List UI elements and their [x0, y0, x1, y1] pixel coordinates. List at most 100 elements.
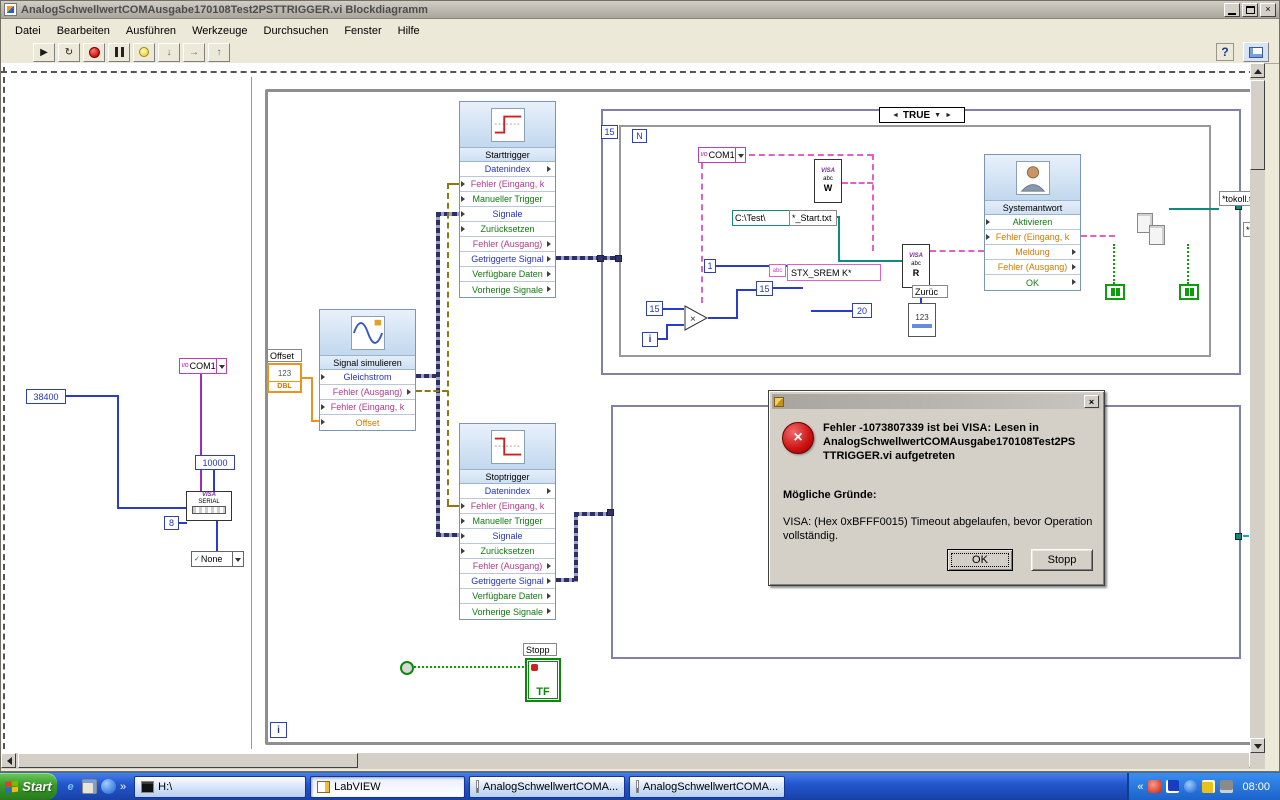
terminal-row[interactable]: Fehler (Eingang, k	[985, 230, 1080, 245]
terminal-row[interactable]: Verfügbare Daten	[460, 267, 555, 282]
dropdown-arrow-icon[interactable]	[215, 359, 226, 373]
terminal-row[interactable]: Fehler (Ausgang)	[460, 237, 555, 252]
pause-button[interactable]	[108, 42, 130, 62]
terminal-row[interactable]: Fehler (Ausgang)	[985, 260, 1080, 275]
fifteen-constant[interactable]: 15	[756, 281, 773, 296]
flow-control-constant[interactable]: ✓ None	[191, 551, 244, 567]
terminal-row[interactable]: Fehler (Ausgang)	[460, 559, 555, 574]
case-dropdown-icon[interactable]: ▼	[934, 112, 941, 119]
stop-button-terminal[interactable]: TF	[525, 658, 561, 702]
terminal-row[interactable]: Zurücksetzen	[460, 222, 555, 237]
dropdown-arrow-icon[interactable]	[232, 552, 243, 566]
scrollbar-thumb[interactable]	[1250, 80, 1265, 170]
run-continuous-button[interactable]: ↻	[58, 42, 80, 62]
terminal-row[interactable]: Zurücksetzen	[460, 544, 555, 559]
terminal-row[interactable]: Fehler (Eingang, k	[460, 499, 555, 514]
for-iteration-terminal[interactable]: i	[642, 332, 658, 347]
file-path-constant[interactable]: C:\Test\	[732, 210, 790, 226]
help-button[interactable]: ?	[1216, 43, 1234, 61]
terminal-row[interactable]: Vorherige Signale	[460, 282, 555, 297]
abort-button[interactable]	[83, 42, 105, 62]
visa-write-node[interactable]: VISA abc W	[814, 159, 842, 203]
menu-datei[interactable]: Datei	[7, 22, 49, 40]
write-file-icon[interactable]	[1149, 225, 1165, 245]
minimize-button[interactable]	[1224, 2, 1240, 17]
dialog-close-button[interactable]: ×	[1084, 395, 1099, 408]
terminal-row[interactable]: Getriggerte Signal	[460, 574, 555, 589]
while-iteration-terminal[interactable]: i	[270, 722, 287, 738]
stoptrigger-node[interactable]: Stoptrigger Datenindex Fehler (Eingang, …	[459, 423, 556, 620]
scrollbar-thumb[interactable]	[18, 753, 358, 768]
network-icon[interactable]	[1184, 780, 1198, 793]
conversion-node[interactable]: 123	[908, 303, 936, 337]
visa-serial-configure-node[interactable]: VISA SERIAL	[186, 491, 232, 521]
com-port-constant[interactable]: I/O COM1	[179, 358, 227, 374]
terminal-row[interactable]: Getriggerte Signal	[460, 252, 555, 267]
visa-read-node[interactable]: VISA abc R	[902, 244, 930, 288]
menu-durchsuchen[interactable]: Durchsuchen	[256, 22, 337, 40]
case-prev-icon[interactable]: ◄	[892, 112, 899, 119]
vertical-scrollbar[interactable]	[1250, 63, 1265, 753]
title-bar[interactable]: AnalogSchwellwertCOMAusgabe170108Test2PS…	[1, 1, 1279, 19]
menu-fenster[interactable]: Fenster	[336, 22, 389, 40]
menu-ausfuehren[interactable]: Ausführen	[118, 22, 184, 40]
case-next-icon[interactable]: ►	[945, 112, 952, 119]
menu-hilfe[interactable]: Hilfe	[390, 22, 428, 40]
volume-icon[interactable]	[1202, 780, 1216, 793]
com-port-constant-case[interactable]: I/O COM1	[698, 147, 746, 163]
offset-control-terminal[interactable]: 123 DBL	[267, 363, 302, 393]
step-out-button[interactable]: ↑	[208, 42, 230, 62]
menu-werkzeuge[interactable]: Werkzeuge	[184, 22, 255, 40]
boolean-array-constant[interactable]	[1179, 284, 1199, 300]
terminal-row[interactable]: Meldung	[985, 245, 1080, 260]
terminal-row[interactable]: Gleichstrom	[320, 370, 415, 385]
terminal-row[interactable]: Signale	[460, 529, 555, 544]
multiply-node[interactable]: ×	[684, 305, 708, 331]
data-bits-constant[interactable]: 8	[164, 516, 179, 530]
terminal-row[interactable]: Manueller Trigger	[460, 514, 555, 529]
step-into-button[interactable]: ↓	[158, 42, 180, 62]
media-player-icon[interactable]	[101, 779, 116, 794]
task-button-labview[interactable]: LabVIEW	[310, 775, 466, 798]
task-button-cmd[interactable]: H:\	[134, 775, 307, 798]
stop-button[interactable]: Stopp	[1031, 549, 1093, 571]
start-file-label[interactable]: *_Start.txt	[789, 210, 837, 226]
loop-count-constant[interactable]: 15	[601, 125, 618, 139]
scroll-up-icon[interactable]	[1250, 63, 1265, 78]
ok-button[interactable]: OK	[947, 549, 1013, 571]
fifteen-constant[interactable]: 15	[646, 301, 663, 316]
simulate-signal-node[interactable]: Signal simulieren Gleichstrom Fehler (Au…	[319, 309, 416, 431]
terminal-row[interactable]: Datenindex	[460, 484, 555, 499]
quick-launch-overflow-icon[interactable]: »	[120, 781, 126, 793]
terminal-row[interactable]: Fehler (Eingang, k	[460, 177, 555, 192]
terminal-row[interactable]: Manueller Trigger	[460, 192, 555, 207]
horizontal-scrollbar[interactable]	[1, 753, 1265, 769]
terminal-row[interactable]: Signale	[460, 207, 555, 222]
step-over-button[interactable]: →	[183, 42, 205, 62]
highlight-execution-button[interactable]	[133, 42, 155, 62]
display-icon[interactable]	[1220, 780, 1234, 793]
loop-n-terminal[interactable]: N	[632, 129, 647, 143]
dialog-title-bar[interactable]: ×	[772, 394, 1101, 409]
menu-bearbeiten[interactable]: Bearbeiten	[49, 22, 118, 40]
show-desktop-icon[interactable]	[82, 779, 97, 794]
scroll-left-icon[interactable]	[1, 753, 16, 768]
terminal-row[interactable]: Aktivieren	[985, 215, 1080, 230]
task-button-vi-2[interactable]: AnalogSchwellwertCOMA...	[629, 775, 786, 798]
error-dialog[interactable]: × × Fehler -1073807339 ist bei VISA: Les…	[768, 390, 1105, 586]
starttrigger-node[interactable]: Starttrigger Datenindex Fehler (Eingang,…	[459, 101, 556, 298]
twenty-constant[interactable]: 20	[852, 303, 872, 318]
shield-icon[interactable]	[1148, 780, 1162, 793]
terminal-row[interactable]: Vorherige Signale	[460, 604, 555, 619]
terminal-row[interactable]: Offset	[320, 415, 415, 430]
boolean-constant[interactable]	[400, 661, 414, 675]
dropdown-arrow-icon[interactable]	[734, 148, 745, 162]
system-response-node[interactable]: Systemantwort Aktivieren Fehler (Eingang…	[984, 154, 1081, 291]
terminal-row[interactable]: OK	[985, 275, 1080, 290]
baud-rate-constant[interactable]: 38400	[26, 389, 66, 404]
task-button-vi-1[interactable]: AnalogSchwellwertCOMA...	[469, 775, 626, 798]
timeout-constant[interactable]: 10000	[195, 455, 235, 470]
navigation-window-button[interactable]	[1243, 42, 1269, 62]
terminal-row[interactable]: Fehler (Eingang, k	[320, 400, 415, 415]
scroll-down-icon[interactable]	[1250, 738, 1265, 753]
